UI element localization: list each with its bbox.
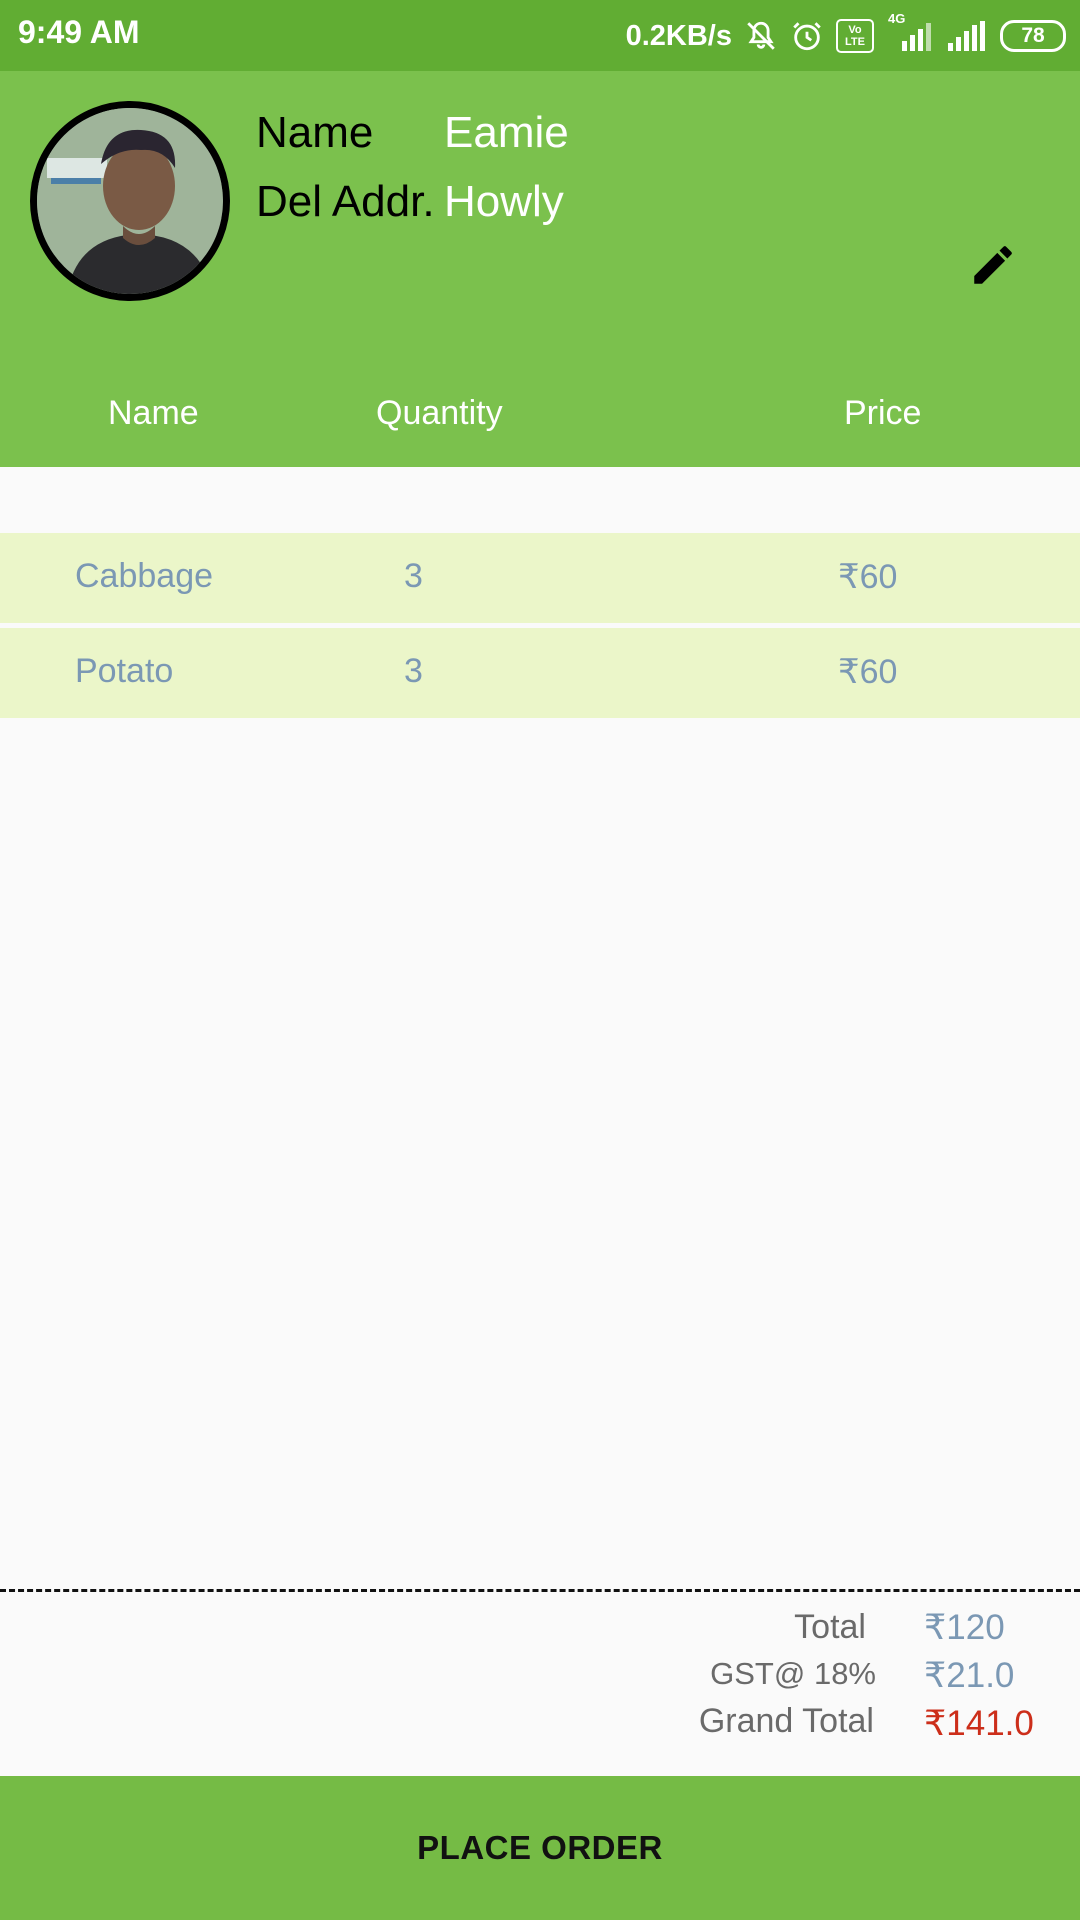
name-value: Eamie [444, 108, 569, 157]
item-quantity: 3 [404, 557, 423, 595]
volte-icon: Vo LTE [836, 19, 874, 53]
item-price: ₹60 [838, 558, 898, 596]
signal-icon: 4G [886, 11, 934, 53]
column-header-price: Price [844, 394, 922, 432]
battery-level: 78 [1021, 24, 1045, 47]
address-label: Del Addr. [256, 177, 435, 226]
column-header-name: Name [108, 394, 199, 432]
volte-bottom-text: LTE [845, 36, 865, 48]
item-price: ₹60 [838, 653, 898, 691]
dashed-divider [0, 1589, 1080, 1592]
avatar[interactable] [30, 101, 230, 301]
name-label: Name [256, 108, 374, 157]
pencil-icon[interactable] [968, 240, 1018, 290]
address-value: Howly [444, 177, 564, 226]
total-label: Total [794, 1608, 866, 1646]
table-row[interactable]: Cabbage 3 ₹60 [0, 533, 1080, 623]
status-bar: 9:49 AM 0.2KB/s Vo LTE 4G 78 [0, 0, 1080, 71]
grand-total-value: ₹141.0 [924, 1704, 1034, 1743]
network-speed: 0.2KB/s [625, 19, 732, 52]
network-type: 4G [888, 11, 906, 26]
status-icons: 0.2KB/s Vo LTE 4G 78 [625, 11, 1066, 58]
column-header-quantity: Quantity [376, 394, 503, 432]
gst-label: GST@ 18% [710, 1656, 876, 1691]
profile-header: Name Eamie Del Addr. Howly Name Quantity… [0, 71, 1080, 467]
table-row[interactable]: Potato 3 ₹60 [0, 628, 1080, 718]
status-time: 9:49 AM [18, 14, 140, 50]
gst-value: ₹21.0 [924, 1656, 1015, 1695]
mute-bell-icon [744, 19, 778, 53]
item-quantity: 3 [404, 652, 423, 690]
signal-icon [946, 19, 988, 53]
alarm-icon [790, 19, 824, 53]
volte-top-text: Vo [848, 24, 862, 36]
item-name: Potato [75, 652, 174, 690]
battery-icon: 78 [1000, 20, 1066, 52]
item-name: Cabbage [75, 557, 214, 595]
grand-total-label: Grand Total [698, 1702, 874, 1740]
place-order-button[interactable]: PLACE ORDER [0, 1776, 1080, 1920]
total-value: ₹120 [924, 1608, 1005, 1647]
